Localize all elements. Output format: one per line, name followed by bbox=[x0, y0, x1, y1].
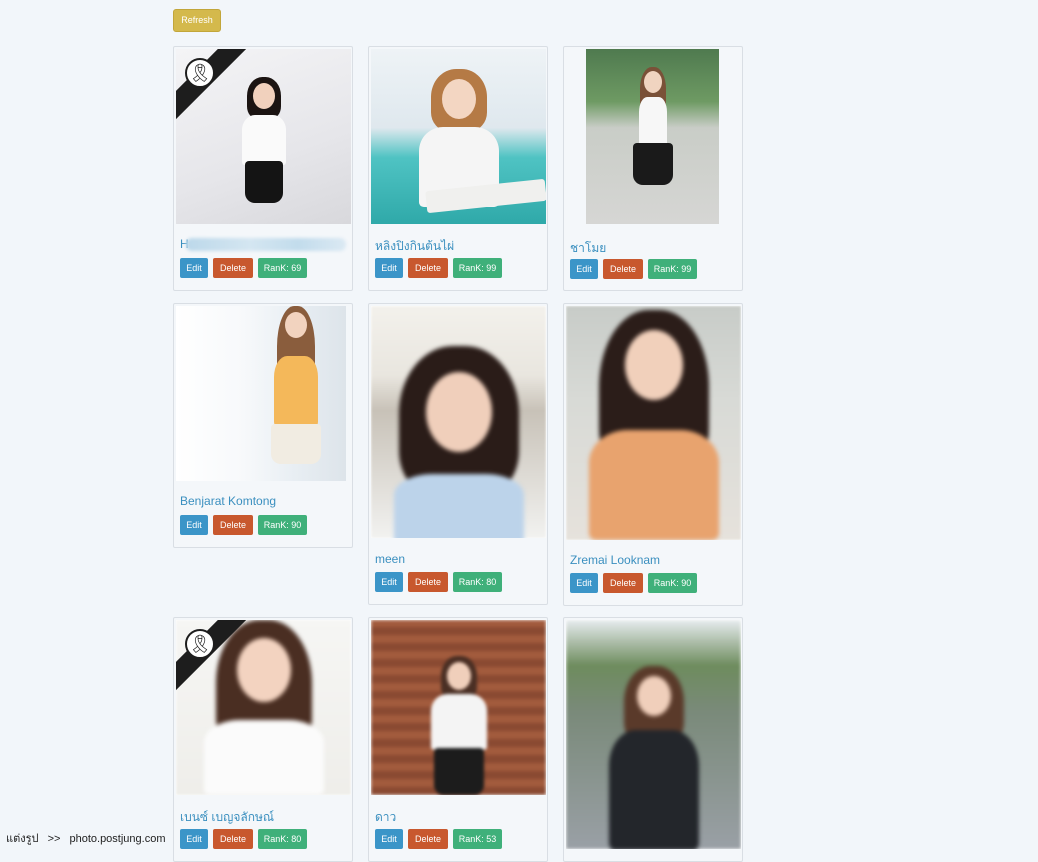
profile-card: Benjarat Komtong Edit Delete RanK: 90 bbox=[173, 303, 353, 548]
rank-button[interactable]: RanK: 80 bbox=[453, 572, 502, 592]
profile-photo[interactable] bbox=[566, 306, 741, 540]
profile-card: ชาโมย Edit Delete RanK: 99 bbox=[563, 46, 743, 291]
watermark-left: แต่งรูป bbox=[6, 833, 39, 845]
rank-button[interactable]: RanK: 80 bbox=[258, 829, 307, 849]
card-name-redacted bbox=[186, 238, 346, 251]
delete-button[interactable]: Delete bbox=[408, 258, 448, 278]
edit-button[interactable]: Edit bbox=[180, 515, 208, 535]
rank-button[interactable]: RanK: 99 bbox=[453, 258, 502, 278]
profile-card: ดาว Edit Delete RanK: 53 bbox=[368, 617, 548, 862]
profile-card: meen Edit Delete RanK: 80 bbox=[368, 303, 548, 605]
profile-card: หลิงปิงกินต้นไผ่ Edit Delete RanK: 99 bbox=[368, 46, 548, 291]
watermark: แต่งรูป >> photo.postjung.com bbox=[6, 829, 172, 847]
card-name[interactable]: ชาโมย bbox=[570, 239, 606, 258]
card-name[interactable]: หลิงปิงกินต้นไผ่ bbox=[375, 237, 454, 256]
edit-button[interactable]: Edit bbox=[375, 572, 403, 592]
delete-button[interactable]: Delete bbox=[408, 829, 448, 849]
delete-button[interactable]: Delete bbox=[213, 829, 253, 849]
watermark-site: photo.postjung.com bbox=[69, 833, 166, 845]
delete-button[interactable]: Delete bbox=[408, 572, 448, 592]
delete-button[interactable]: Delete bbox=[213, 515, 253, 535]
rank-button[interactable]: RanK: 90 bbox=[258, 515, 307, 535]
rank-button[interactable]: RanK: 99 bbox=[648, 259, 697, 279]
profile-photo[interactable] bbox=[586, 49, 719, 224]
profile-card bbox=[563, 617, 743, 862]
rank-button[interactable]: RanK: 90 bbox=[648, 573, 697, 593]
edit-button[interactable]: Edit bbox=[180, 829, 208, 849]
profile-card: 🎗 เบนซ์ เบญจลักษณ์ Edit Delete RanK: 80 bbox=[173, 617, 353, 862]
rank-button[interactable]: RanK: 53 bbox=[453, 829, 502, 849]
refresh-button[interactable]: Refresh bbox=[173, 9, 221, 32]
delete-button[interactable]: Delete bbox=[603, 259, 643, 279]
card-name[interactable]: meen bbox=[375, 552, 405, 566]
card-name[interactable]: Zremai Looknam bbox=[570, 553, 660, 567]
profile-photo[interactable]: 🎗 bbox=[176, 49, 351, 224]
edit-button[interactable]: Edit bbox=[570, 573, 598, 593]
edit-button[interactable]: Edit bbox=[375, 829, 403, 849]
card-name[interactable]: เบนซ์ เบญจลักษณ์ bbox=[180, 808, 274, 827]
profile-photo[interactable] bbox=[371, 49, 546, 224]
profile-photo[interactable] bbox=[176, 306, 346, 481]
watermark-sep: >> bbox=[47, 833, 61, 845]
profile-photo[interactable] bbox=[371, 306, 546, 538]
black-ribbon-icon: 🎗 bbox=[185, 629, 215, 659]
profile-photo[interactable] bbox=[566, 620, 741, 849]
profile-photo[interactable]: 🎗 bbox=[176, 620, 351, 795]
black-ribbon-icon: 🎗 bbox=[185, 58, 215, 88]
edit-button[interactable]: Edit bbox=[180, 258, 208, 278]
rank-button[interactable]: RanK: 69 bbox=[258, 258, 307, 278]
edit-button[interactable]: Edit bbox=[570, 259, 598, 279]
delete-button[interactable]: Delete bbox=[213, 258, 253, 278]
profile-photo[interactable] bbox=[371, 620, 546, 795]
profile-card: Zremai Looknam Edit Delete RanK: 90 bbox=[563, 303, 743, 606]
edit-button[interactable]: Edit bbox=[375, 258, 403, 278]
profile-card: 🎗 H Edit Delete RanK: 69 bbox=[173, 46, 353, 291]
card-name[interactable]: Benjarat Komtong bbox=[180, 494, 276, 508]
card-name[interactable]: ดาว bbox=[375, 808, 396, 827]
delete-button[interactable]: Delete bbox=[603, 573, 643, 593]
